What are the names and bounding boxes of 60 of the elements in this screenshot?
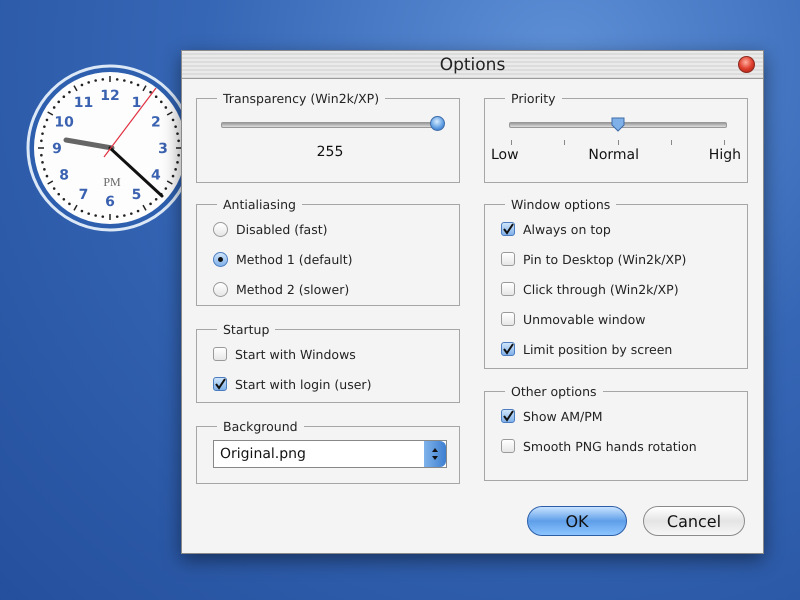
checkbox[interactable] <box>213 347 227 361</box>
checkmark-icon <box>502 343 514 355</box>
slider-tick-label: Low <box>491 147 519 163</box>
checkmark-icon <box>502 223 514 235</box>
cancel-button[interactable]: Cancel <box>643 506 745 536</box>
radio-label: Disabled (fast) <box>236 222 328 236</box>
clock-numeral: 2 <box>151 114 161 130</box>
group-title: Transparency (Win2k/XP) <box>222 91 380 106</box>
checkbox[interactable] <box>213 377 227 391</box>
radio-button[interactable] <box>213 282 228 296</box>
checkmark-icon <box>214 378 226 390</box>
clock-numeral: 1 <box>132 95 142 112</box>
radio-label: Method 1 (default) <box>236 252 353 266</box>
radio-button[interactable] <box>213 222 228 236</box>
group-title: Startup <box>222 322 270 337</box>
checkbox-label: Smooth PNG hands rotation <box>523 438 697 454</box>
checkmark-icon <box>502 410 514 422</box>
checkbox[interactable] <box>501 312 515 326</box>
clock-numeral: 11 <box>74 95 94 112</box>
checkbox-label: Click through (Win2k/XP) <box>523 282 679 296</box>
slider-thumb[interactable] <box>610 116 626 132</box>
checkbox-label: Pin to Desktop (Win2k/XP) <box>523 252 686 266</box>
group-title: Priority <box>510 91 556 106</box>
clock-numeral: 4 <box>151 168 161 184</box>
slider-thumb[interactable] <box>430 116 445 131</box>
checkbox-label: Start with Windows <box>235 346 356 362</box>
background-select[interactable]: Original.png <box>213 440 447 468</box>
clock-numeral: 7 <box>78 186 88 203</box>
checkbox[interactable] <box>501 439 515 453</box>
checkbox[interactable] <box>501 282 515 296</box>
checkbox[interactable] <box>501 342 515 356</box>
checkbox-label: Limit position by screen <box>523 342 672 356</box>
radio-label: Method 2 (slower) <box>236 282 350 296</box>
window-title: Options <box>440 54 506 74</box>
clock-numeral: 8 <box>59 168 69 184</box>
clock-numeral: 10 <box>54 114 74 130</box>
group-title: Other options <box>510 384 598 399</box>
up-down-arrows-icon <box>431 447 439 461</box>
clock-period-label: PM <box>103 175 121 189</box>
clock-numeral: 12 <box>100 88 120 104</box>
ok-button[interactable]: OK <box>527 506 627 536</box>
group-title: Window options <box>510 197 612 212</box>
checkbox[interactable] <box>501 409 515 423</box>
checkbox-label: Show AM/PM <box>523 408 603 424</box>
clock-numeral: 3 <box>158 141 168 157</box>
group-title: Background <box>222 419 299 434</box>
close-button[interactable] <box>738 56 755 73</box>
slider-tick-label: Normal <box>588 147 640 163</box>
transparency-value: 255 <box>316 144 344 160</box>
checkbox[interactable] <box>501 252 515 266</box>
checkbox-label: Start with login (user) <box>235 376 372 392</box>
clock-numeral: 5 <box>132 186 142 203</box>
checkbox-label: Always on top <box>523 222 611 236</box>
clock-numeral: 9 <box>52 141 62 157</box>
radio-button[interactable] <box>213 252 228 266</box>
checkbox-label: Unmovable window <box>523 312 646 326</box>
slider-tick-label: High <box>708 147 741 163</box>
checkbox[interactable] <box>501 222 515 236</box>
clock-numeral: 6 <box>105 194 115 210</box>
group-title: Antialiasing <box>222 197 297 212</box>
